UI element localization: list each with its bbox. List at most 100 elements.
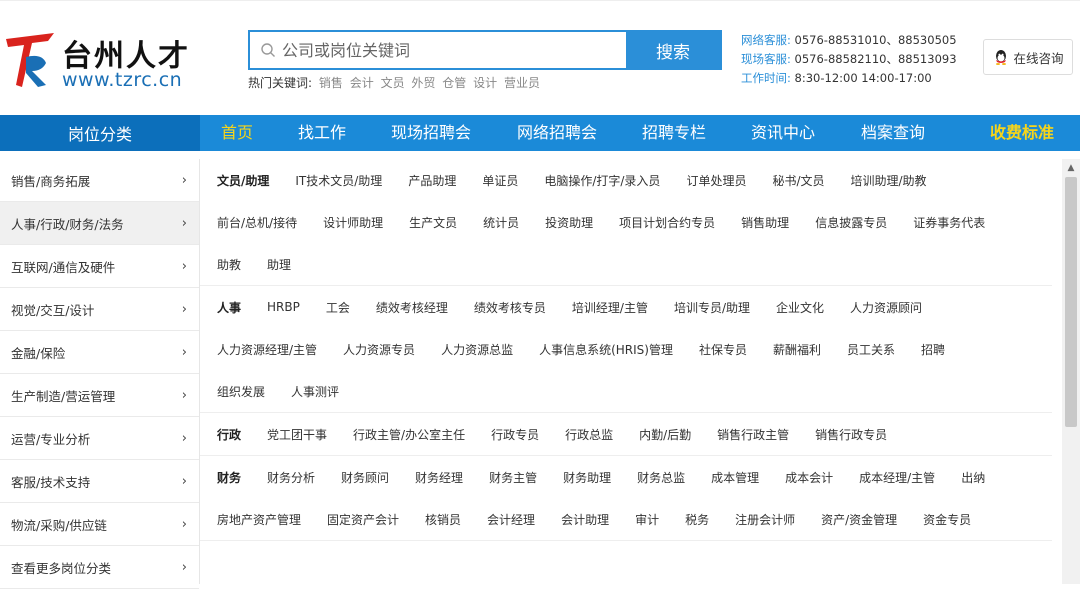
job-link[interactable]: IT技术文员/助理 xyxy=(295,172,382,189)
job-link[interactable]: 成本经理/主管 xyxy=(859,469,935,486)
job-link[interactable]: 企业文化 xyxy=(776,299,824,316)
job-link[interactable]: 人力资源专员 xyxy=(343,341,415,358)
nav-item-recruit-column[interactable]: 招聘专栏 xyxy=(642,115,706,151)
job-link[interactable]: 单证员 xyxy=(482,172,518,189)
search-button[interactable]: 搜索 xyxy=(626,32,720,68)
job-link[interactable]: 出纳 xyxy=(961,469,985,486)
job-link[interactable]: 组织发展 xyxy=(217,383,265,400)
sidebar-item-hr-admin-finance-legal[interactable]: 人事/行政/财务/法务 › xyxy=(0,202,199,245)
job-link[interactable]: 秘书/文员 xyxy=(772,172,824,189)
job-link[interactable]: 信息披露专员 xyxy=(815,214,887,231)
hot-keyword-link[interactable]: 外贸 xyxy=(411,76,435,90)
job-link[interactable]: 社保专员 xyxy=(699,341,747,358)
job-group-title[interactable]: 财务 xyxy=(217,469,241,486)
job-link[interactable]: 财务总监 xyxy=(637,469,685,486)
hot-keyword-link[interactable]: 文员 xyxy=(381,76,405,90)
job-link[interactable]: 设计师助理 xyxy=(323,214,383,231)
job-link[interactable]: 生产文员 xyxy=(409,214,457,231)
sidebar-item-finance-insurance[interactable]: 金融/保险 › xyxy=(0,331,199,374)
scroll-up-icon[interactable]: ▲ xyxy=(1062,163,1080,175)
hot-keyword-link[interactable]: 仓管 xyxy=(442,76,466,90)
job-link[interactable]: 财务顾问 xyxy=(341,469,389,486)
panel-scrollbar[interactable]: ▲ xyxy=(1062,159,1080,584)
job-link[interactable]: 人事信息系统(HRIS)管理 xyxy=(539,341,673,358)
job-link[interactable]: 销售助理 xyxy=(741,214,789,231)
nav-item-news-center[interactable]: 资讯中心 xyxy=(751,115,815,151)
hot-keyword-link[interactable]: 销售 xyxy=(319,76,343,90)
job-link[interactable]: 会计助理 xyxy=(561,511,609,528)
job-link[interactable]: 固定资产会计 xyxy=(327,511,399,528)
nav-item-onsite-fair[interactable]: 现场招聘会 xyxy=(391,115,471,151)
job-link[interactable]: 行政专员 xyxy=(491,426,539,443)
job-link[interactable]: HRBP xyxy=(267,300,300,314)
sidebar-item-manufacturing[interactable]: 生产制造/营运管理 › xyxy=(0,374,199,417)
job-link[interactable]: 销售行政主管 xyxy=(717,426,789,443)
job-link[interactable]: 人力资源总监 xyxy=(441,341,513,358)
sidebar-item-more-categories[interactable]: 查看更多岗位分类 › xyxy=(0,546,199,589)
job-link[interactable]: 项目计划合约专员 xyxy=(619,214,715,231)
nav-item-archive-query[interactable]: 档案查询 xyxy=(861,115,925,151)
job-link[interactable]: 销售行政专员 xyxy=(815,426,887,443)
nav-item-find-job[interactable]: 找工作 xyxy=(298,115,346,151)
job-link[interactable]: 成本会计 xyxy=(785,469,833,486)
job-link[interactable]: 培训经理/主管 xyxy=(572,299,648,316)
online-consult-button[interactable]: 在线咨询 xyxy=(983,39,1073,75)
job-link[interactable]: 员工关系 xyxy=(847,341,895,358)
job-link[interactable]: 财务主管 xyxy=(489,469,537,486)
job-link[interactable]: 绩效考核经理 xyxy=(376,299,448,316)
job-link[interactable]: 培训专员/助理 xyxy=(674,299,750,316)
nav-item-home[interactable]: 首页 xyxy=(221,115,253,151)
job-link[interactable]: 人力资源经理/主管 xyxy=(217,341,317,358)
job-link[interactable]: 人力资源顾问 xyxy=(850,299,922,316)
job-link[interactable]: 核销员 xyxy=(425,511,461,528)
job-link[interactable]: 电脑操作/打字/录入员 xyxy=(544,172,660,189)
search-input[interactable] xyxy=(282,40,622,60)
job-group-title[interactable]: 行政 xyxy=(217,426,241,443)
job-link[interactable]: 内勤/后勤 xyxy=(639,426,691,443)
job-link[interactable]: 统计员 xyxy=(483,214,519,231)
job-link[interactable]: 行政总监 xyxy=(565,426,613,443)
job-link[interactable]: 助理 xyxy=(267,256,291,273)
job-link[interactable]: 绩效考核专员 xyxy=(474,299,546,316)
job-link[interactable]: 订单处理员 xyxy=(686,172,746,189)
job-link[interactable]: 财务助理 xyxy=(563,469,611,486)
hot-keyword-link[interactable]: 会计 xyxy=(350,76,374,90)
job-link[interactable]: 薪酬福利 xyxy=(773,341,821,358)
nav-category-button[interactable]: 岗位分类 xyxy=(0,115,200,151)
job-link[interactable]: 会计经理 xyxy=(487,511,535,528)
job-link[interactable]: 审计 xyxy=(635,511,659,528)
sidebar-item-sales[interactable]: 销售/商务拓展 › xyxy=(0,159,199,202)
nav-item-fees[interactable]: 收费标准 xyxy=(990,115,1054,151)
nav-item-online-fair[interactable]: 网络招聘会 xyxy=(517,115,597,151)
site-logo[interactable]: 台州人才 www.tzrc.cn xyxy=(2,27,202,97)
hot-keyword-link[interactable]: 营业员 xyxy=(504,76,540,90)
job-link[interactable]: 证券事务代表 xyxy=(913,214,985,231)
job-link[interactable]: 产品助理 xyxy=(408,172,456,189)
sidebar-item-logistics[interactable]: 物流/采购/供应链 › xyxy=(0,503,199,546)
job-link[interactable]: 资金专员 xyxy=(923,511,971,528)
job-link[interactable]: 助教 xyxy=(217,256,241,273)
sidebar-item-design[interactable]: 视觉/交互/设计 › xyxy=(0,288,199,331)
sidebar-item-operations[interactable]: 运营/专业分析 › xyxy=(0,417,199,460)
job-link[interactable]: 房地产资产管理 xyxy=(217,511,301,528)
job-link[interactable]: 税务 xyxy=(685,511,709,528)
job-link[interactable]: 注册会计师 xyxy=(735,511,795,528)
job-link[interactable]: 投资助理 xyxy=(545,214,593,231)
job-link[interactable]: 招聘 xyxy=(921,341,945,358)
job-link[interactable]: 培训助理/助教 xyxy=(851,172,927,189)
hot-keyword-link[interactable]: 设计 xyxy=(473,76,497,90)
job-group-title[interactable]: 人事 xyxy=(217,299,241,316)
job-link[interactable]: 资产/资金管理 xyxy=(821,511,897,528)
scrollbar-thumb[interactable] xyxy=(1065,177,1077,427)
job-link[interactable]: 前台/总机/接待 xyxy=(217,214,297,231)
job-link[interactable]: 行政主管/办公室主任 xyxy=(353,426,465,443)
job-link[interactable]: 财务分析 xyxy=(267,469,315,486)
job-link[interactable]: 财务经理 xyxy=(415,469,463,486)
sidebar-item-customer-service[interactable]: 客服/技术支持 › xyxy=(0,460,199,503)
job-group-title[interactable]: 文员/助理 xyxy=(217,172,269,189)
job-link[interactable]: 工会 xyxy=(326,299,350,316)
job-link[interactable]: 成本管理 xyxy=(711,469,759,486)
sidebar-item-internet[interactable]: 互联网/通信及硬件 › xyxy=(0,245,199,288)
job-link[interactable]: 党工团干事 xyxy=(267,426,327,443)
job-link[interactable]: 人事测评 xyxy=(291,383,339,400)
